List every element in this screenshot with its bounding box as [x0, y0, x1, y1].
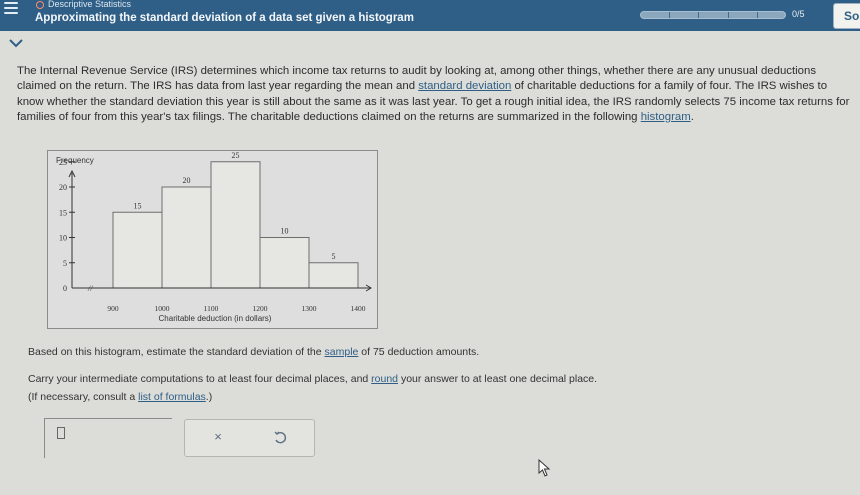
sample-link[interactable]: sample — [325, 346, 359, 358]
bar-value-label: 15 — [134, 201, 142, 210]
q3-text-a: (If necessary, consult a — [28, 391, 139, 403]
axis-break-mark: // — [87, 284, 93, 293]
topic-status-icon — [36, 1, 44, 9]
question-line-2: Carry your intermediate computations to … — [28, 373, 597, 385]
lesson-title: Approximating the standard deviation of … — [35, 12, 414, 24]
solve-button[interactable]: So — [833, 3, 860, 29]
histogram-bar — [308, 262, 359, 289]
chevron-down-icon[interactable] — [5, 36, 27, 50]
answer-input[interactable] — [44, 418, 172, 458]
y-tick-label: 15 — [59, 208, 67, 217]
y-tick-label: 20 — [59, 183, 67, 192]
y-tick-label: 10 — [59, 234, 67, 243]
x-tick-label: 1000 — [155, 304, 170, 313]
bar-value-label: 5 — [332, 252, 336, 261]
q2-text-a: Carry your intermediate computations to … — [28, 373, 372, 385]
close-icon[interactable]: × — [211, 430, 225, 444]
progress-text: 0/5 — [792, 9, 805, 19]
progress-bar — [640, 11, 786, 19]
y-tick-label: 0 — [63, 284, 67, 293]
histogram-bar — [161, 186, 212, 289]
x-tick-label: 1100 — [204, 304, 219, 313]
histogram-bar — [112, 211, 163, 289]
q1-text-b: of 75 deduction amounts. — [358, 346, 480, 358]
formulas-link[interactable]: list of formulas — [138, 391, 206, 403]
x-tick-label: 1300 — [302, 304, 317, 313]
top-bar: Descriptive Statistics Approximating the… — [0, 0, 860, 31]
histogram-bar — [210, 161, 261, 289]
question-line-3: (If necessary, consult a list of formula… — [28, 391, 212, 403]
q2-text-b: your answer to at least one decimal plac… — [398, 373, 598, 385]
answer-tool-panel: × — [184, 419, 315, 457]
bar-value-label: 20 — [183, 176, 191, 185]
y-tick-label: 5 — [63, 259, 67, 268]
problem-text-3: . — [690, 110, 694, 123]
x-tick-label: 1200 — [253, 304, 268, 313]
menu-icon[interactable] — [4, 2, 18, 14]
bar-value-label: 10 — [281, 227, 289, 236]
bar-value-label: 25 — [232, 151, 240, 160]
standard-deviation-link[interactable]: standard deviation — [418, 80, 511, 92]
q1-text-a: Based on this histogram, estimate the st… — [28, 346, 325, 358]
x-axis-title: Charitable deduction (in dollars) — [159, 314, 272, 323]
histogram-link[interactable]: histogram — [641, 111, 691, 123]
answer-cursor — [57, 427, 65, 439]
mouse-pointer-icon — [538, 459, 551, 477]
y-axis-title: Frequency — [56, 156, 94, 165]
q3-text-b: .) — [205, 391, 213, 403]
x-tick-label: 1400 — [351, 304, 366, 313]
topic-label: Descriptive Statistics — [48, 0, 132, 9]
histogram-bar — [259, 237, 310, 289]
undo-icon[interactable] — [273, 431, 287, 445]
round-link[interactable]: round — [371, 373, 398, 385]
question-line-1: Based on this histogram, estimate the st… — [28, 346, 479, 358]
histogram-chart: 15 20 25 10 5//0 5 10 15 20 25 900 1000 1100 1200 1300… — [47, 150, 378, 329]
problem-statement: The Internal Revenue Service (IRS) deter… — [17, 64, 855, 125]
x-tick-label: 900 — [107, 304, 119, 313]
histogram-svg: 152025105//0510152025900 1000 1100 1200 1300… — [56, 151, 372, 323]
